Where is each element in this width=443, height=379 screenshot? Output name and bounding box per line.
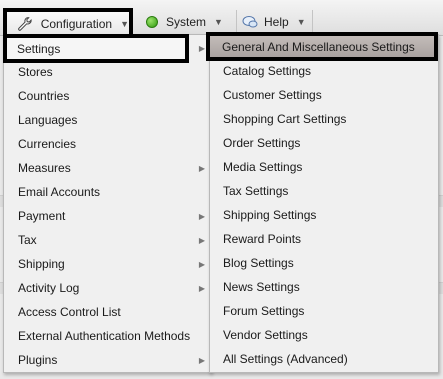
- configuration-dropdown: Settings Stores Countries Languages Curr…: [3, 34, 212, 373]
- menu-item-payment[interactable]: Payment ▶: [4, 204, 211, 228]
- submenu-item-forum[interactable]: Forum Settings: [210, 299, 438, 323]
- menu-item-label: Payment: [18, 209, 66, 223]
- submenu-item-label: Forum Settings: [223, 304, 305, 318]
- menu-item-label: Activity Log: [18, 281, 80, 295]
- chevron-right-icon: ▶: [198, 355, 205, 365]
- submenu-item-vendor[interactable]: Vendor Settings: [210, 323, 438, 347]
- menu-item-languages[interactable]: Languages: [4, 108, 211, 132]
- menu-configuration-label: Configuration: [40, 17, 113, 31]
- menu-item-settings-highlight[interactable]: Settings ▶: [3, 34, 205, 63]
- submenu-item-label: Tax Settings: [223, 184, 289, 198]
- menu-configuration[interactable]: Configuration ▼: [3, 8, 133, 36]
- menu-item-label: Plugins: [18, 353, 58, 367]
- menu-item-label: Countries: [18, 89, 70, 103]
- menu-item-label: Access Control List: [18, 305, 121, 319]
- submenu-item-all-settings[interactable]: All Settings (Advanced): [210, 347, 438, 371]
- menu-item-label: Shipping: [18, 257, 65, 271]
- menu-item-measures[interactable]: Measures ▶: [4, 156, 211, 180]
- submenu-item-catalog[interactable]: Catalog Settings: [210, 59, 438, 83]
- menu-system-label: System: [166, 15, 207, 29]
- menu-item-label: Measures: [18, 161, 71, 175]
- chevron-right-icon: ▶: [198, 283, 205, 293]
- submenu-item-label: News Settings: [223, 280, 300, 294]
- submenu-item-label: Customer Settings: [223, 88, 322, 102]
- chevron-right-icon: ▶: [198, 44, 205, 53]
- submenu-item-label: Shopping Cart Settings: [223, 112, 347, 126]
- menu-item-plugins[interactable]: Plugins ▶: [4, 348, 211, 372]
- submenu-item-shopping-cart[interactable]: Shopping Cart Settings: [210, 107, 438, 131]
- menu-item-label: Tax: [18, 233, 37, 247]
- top-menubar: Configuration ▼ System ▼ Help ▼: [0, 0, 443, 36]
- menu-item-label: Languages: [18, 113, 78, 127]
- submenu-item-label: Catalog Settings: [223, 64, 312, 78]
- menu-item-label: External Authentication Methods: [18, 329, 191, 343]
- submenu-item-tax[interactable]: Tax Settings: [210, 179, 438, 203]
- chevron-down-icon: ▼: [214, 17, 223, 27]
- submenu-item-customer[interactable]: Customer Settings: [210, 83, 438, 107]
- submenu-item-label: Order Settings: [223, 136, 301, 150]
- separator: [236, 10, 237, 32]
- submenu-item-order[interactable]: Order Settings: [210, 131, 438, 155]
- submenu-item-label: Vendor Settings: [223, 328, 308, 342]
- settings-submenu: Catalog Settings Customer Settings Shopp…: [209, 34, 439, 373]
- menu-item-activity-log[interactable]: Activity Log ▶: [4, 276, 211, 300]
- wrench-icon: [18, 17, 32, 31]
- help-bubble-icon: [242, 16, 258, 28]
- submenu-item-shipping[interactable]: Shipping Settings: [210, 203, 438, 227]
- menu-item-external-auth[interactable]: External Authentication Methods: [4, 324, 211, 348]
- submenu-item-label: Blog Settings: [223, 256, 294, 270]
- menu-item-tax[interactable]: Tax ▶: [4, 228, 211, 252]
- chevron-right-icon: ▶: [198, 235, 205, 245]
- submenu-item-blog[interactable]: Blog Settings: [210, 251, 438, 275]
- status-circle-icon: [146, 16, 158, 28]
- submenu-item-media[interactable]: Media Settings: [210, 155, 438, 179]
- chevron-right-icon: ▶: [198, 211, 205, 221]
- separator: [312, 10, 313, 32]
- submenu-item-general-misc[interactable]: General And Miscellaneous Settings: [206, 32, 438, 61]
- submenu-item-label: Shipping Settings: [223, 208, 317, 222]
- menu-item-label: Currencies: [18, 137, 77, 151]
- menu-item-currencies[interactable]: Currencies: [4, 132, 211, 156]
- menu-item-settings-label: Settings: [17, 42, 61, 56]
- submenu-item-reward-points[interactable]: Reward Points: [210, 227, 438, 251]
- chevron-down-icon: ▼: [120, 19, 129, 29]
- menu-help-label: Help: [264, 15, 289, 29]
- submenu-item-news[interactable]: News Settings: [210, 275, 438, 299]
- menu-item-label: Email Accounts: [18, 185, 101, 199]
- chevron-right-icon: ▶: [198, 163, 205, 173]
- submenu-item-label: Media Settings: [223, 160, 303, 174]
- menu-item-shipping[interactable]: Shipping ▶: [4, 252, 211, 276]
- menu-item-access-control-list[interactable]: Access Control List: [4, 300, 211, 324]
- chevron-down-icon: ▼: [296, 17, 306, 27]
- submenu-item-label: All Settings (Advanced): [223, 352, 348, 366]
- submenu-item-label: Reward Points: [223, 232, 302, 246]
- menu-item-countries[interactable]: Countries: [4, 84, 211, 108]
- menu-item-email-accounts[interactable]: Email Accounts: [4, 180, 211, 204]
- chevron-right-icon: ▶: [198, 259, 205, 269]
- submenu-item-label: General And Miscellaneous Settings: [222, 40, 415, 54]
- menu-item-stores[interactable]: Stores: [4, 60, 211, 84]
- menu-item-label: Stores: [18, 65, 53, 79]
